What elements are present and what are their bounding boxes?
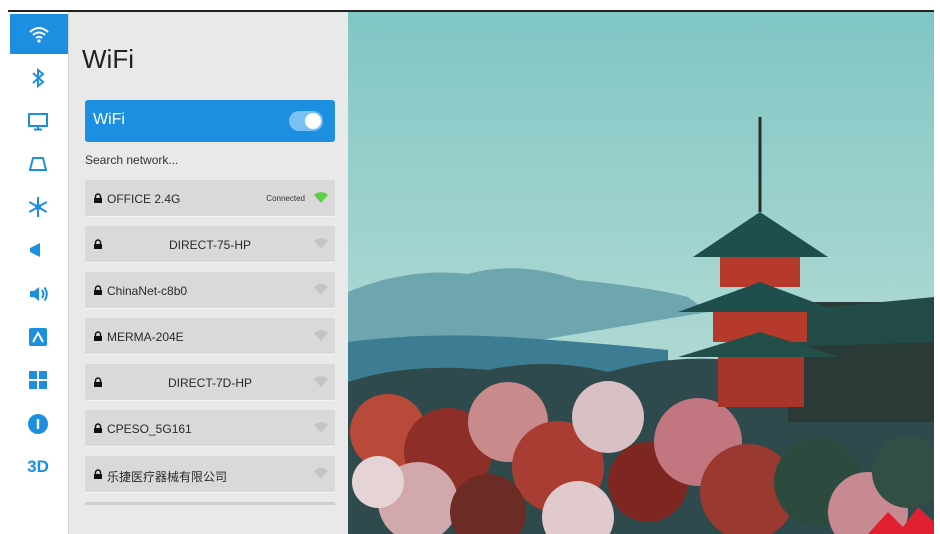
search-network-label[interactable]: Search network...	[85, 153, 178, 167]
rail-display[interactable]	[10, 101, 66, 141]
rail-snow[interactable]	[10, 187, 66, 227]
network-name: CPESO_5G161	[107, 422, 192, 436]
rail-sound[interactable]	[10, 274, 66, 314]
rail-projection[interactable]	[10, 144, 66, 184]
signal-strength-icon	[314, 376, 328, 387]
info-icon	[28, 414, 48, 434]
apps-grid-icon	[29, 371, 47, 389]
signal-strength-icon	[314, 192, 328, 203]
network-item[interactable]: MERMA-204E	[85, 318, 335, 354]
pagoda-landscape-image	[348, 12, 934, 534]
rail-bluetooth[interactable]	[10, 58, 66, 98]
lock-icon	[94, 331, 102, 341]
settings-category-rail: 3D	[8, 12, 68, 534]
network-item[interactable]: DIRECT-7D-HP	[85, 364, 335, 400]
page-title: WiFi	[82, 44, 134, 74]
rail-wifi[interactable]	[10, 14, 68, 54]
toggle-knob	[305, 113, 321, 129]
network-name: 乐捷医疗器械有限公司	[107, 470, 228, 484]
signal-strength-icon	[314, 330, 328, 341]
rail-about[interactable]	[10, 404, 66, 444]
rail-picture[interactable]	[10, 317, 66, 357]
wifi-toggle-row[interactable]: WiFi	[85, 100, 335, 142]
network-item[interactable]: CPESO_5G161	[85, 410, 335, 446]
connection-status: Connected	[266, 194, 305, 203]
megaphone-icon	[30, 243, 40, 257]
wifi-toggle-switch[interactable]	[289, 111, 323, 131]
speaker-icon	[30, 286, 48, 302]
snowflake-icon	[28, 197, 48, 217]
wifi-settings-panel: WiFi WiFi Search network... OFFICE 2.4G C…	[68, 12, 349, 534]
background-photo	[348, 12, 934, 534]
wifi-icon	[29, 27, 49, 43]
settings-screen: 3D WiFi WiFi Search network... OFFICE 2.…	[8, 10, 934, 534]
lock-icon	[94, 423, 102, 433]
network-name: OFFICE 2.4G	[107, 192, 181, 206]
signal-strength-icon	[314, 468, 328, 479]
lock-icon	[94, 285, 102, 295]
picture-icon	[29, 328, 47, 346]
wifi-toggle-label: WiFi	[93, 111, 125, 128]
network-item[interactable]: 乐捷医疗器械有限公司	[85, 456, 335, 492]
projector-icon	[28, 157, 48, 171]
network-name: MERMA-204E	[107, 330, 184, 344]
monitor-icon	[28, 113, 48, 131]
rail-3d[interactable]: 3D	[10, 447, 66, 487]
signal-strength-icon	[314, 422, 328, 433]
network-name: DIRECT-7D-HP	[167, 376, 252, 390]
lock-icon	[94, 469, 102, 479]
network-name: ChinaNet-c8b0	[107, 284, 188, 298]
network-item[interactable]: DIRECT-75-HP	[85, 226, 335, 262]
signal-strength-icon	[314, 284, 328, 295]
network-name: DIRECT-75-HP	[168, 238, 251, 252]
signal-strength-icon	[314, 238, 328, 249]
network-item[interactable]: ChinaNet-c8b0	[85, 272, 335, 308]
network-item[interactable]: OFFICE 2.4G Connected	[85, 180, 335, 216]
rail-apps[interactable]	[10, 360, 66, 400]
rail-announce[interactable]	[10, 230, 66, 270]
list-divider	[85, 502, 335, 505]
bluetooth-icon	[32, 67, 45, 89]
lock-icon	[94, 193, 102, 203]
